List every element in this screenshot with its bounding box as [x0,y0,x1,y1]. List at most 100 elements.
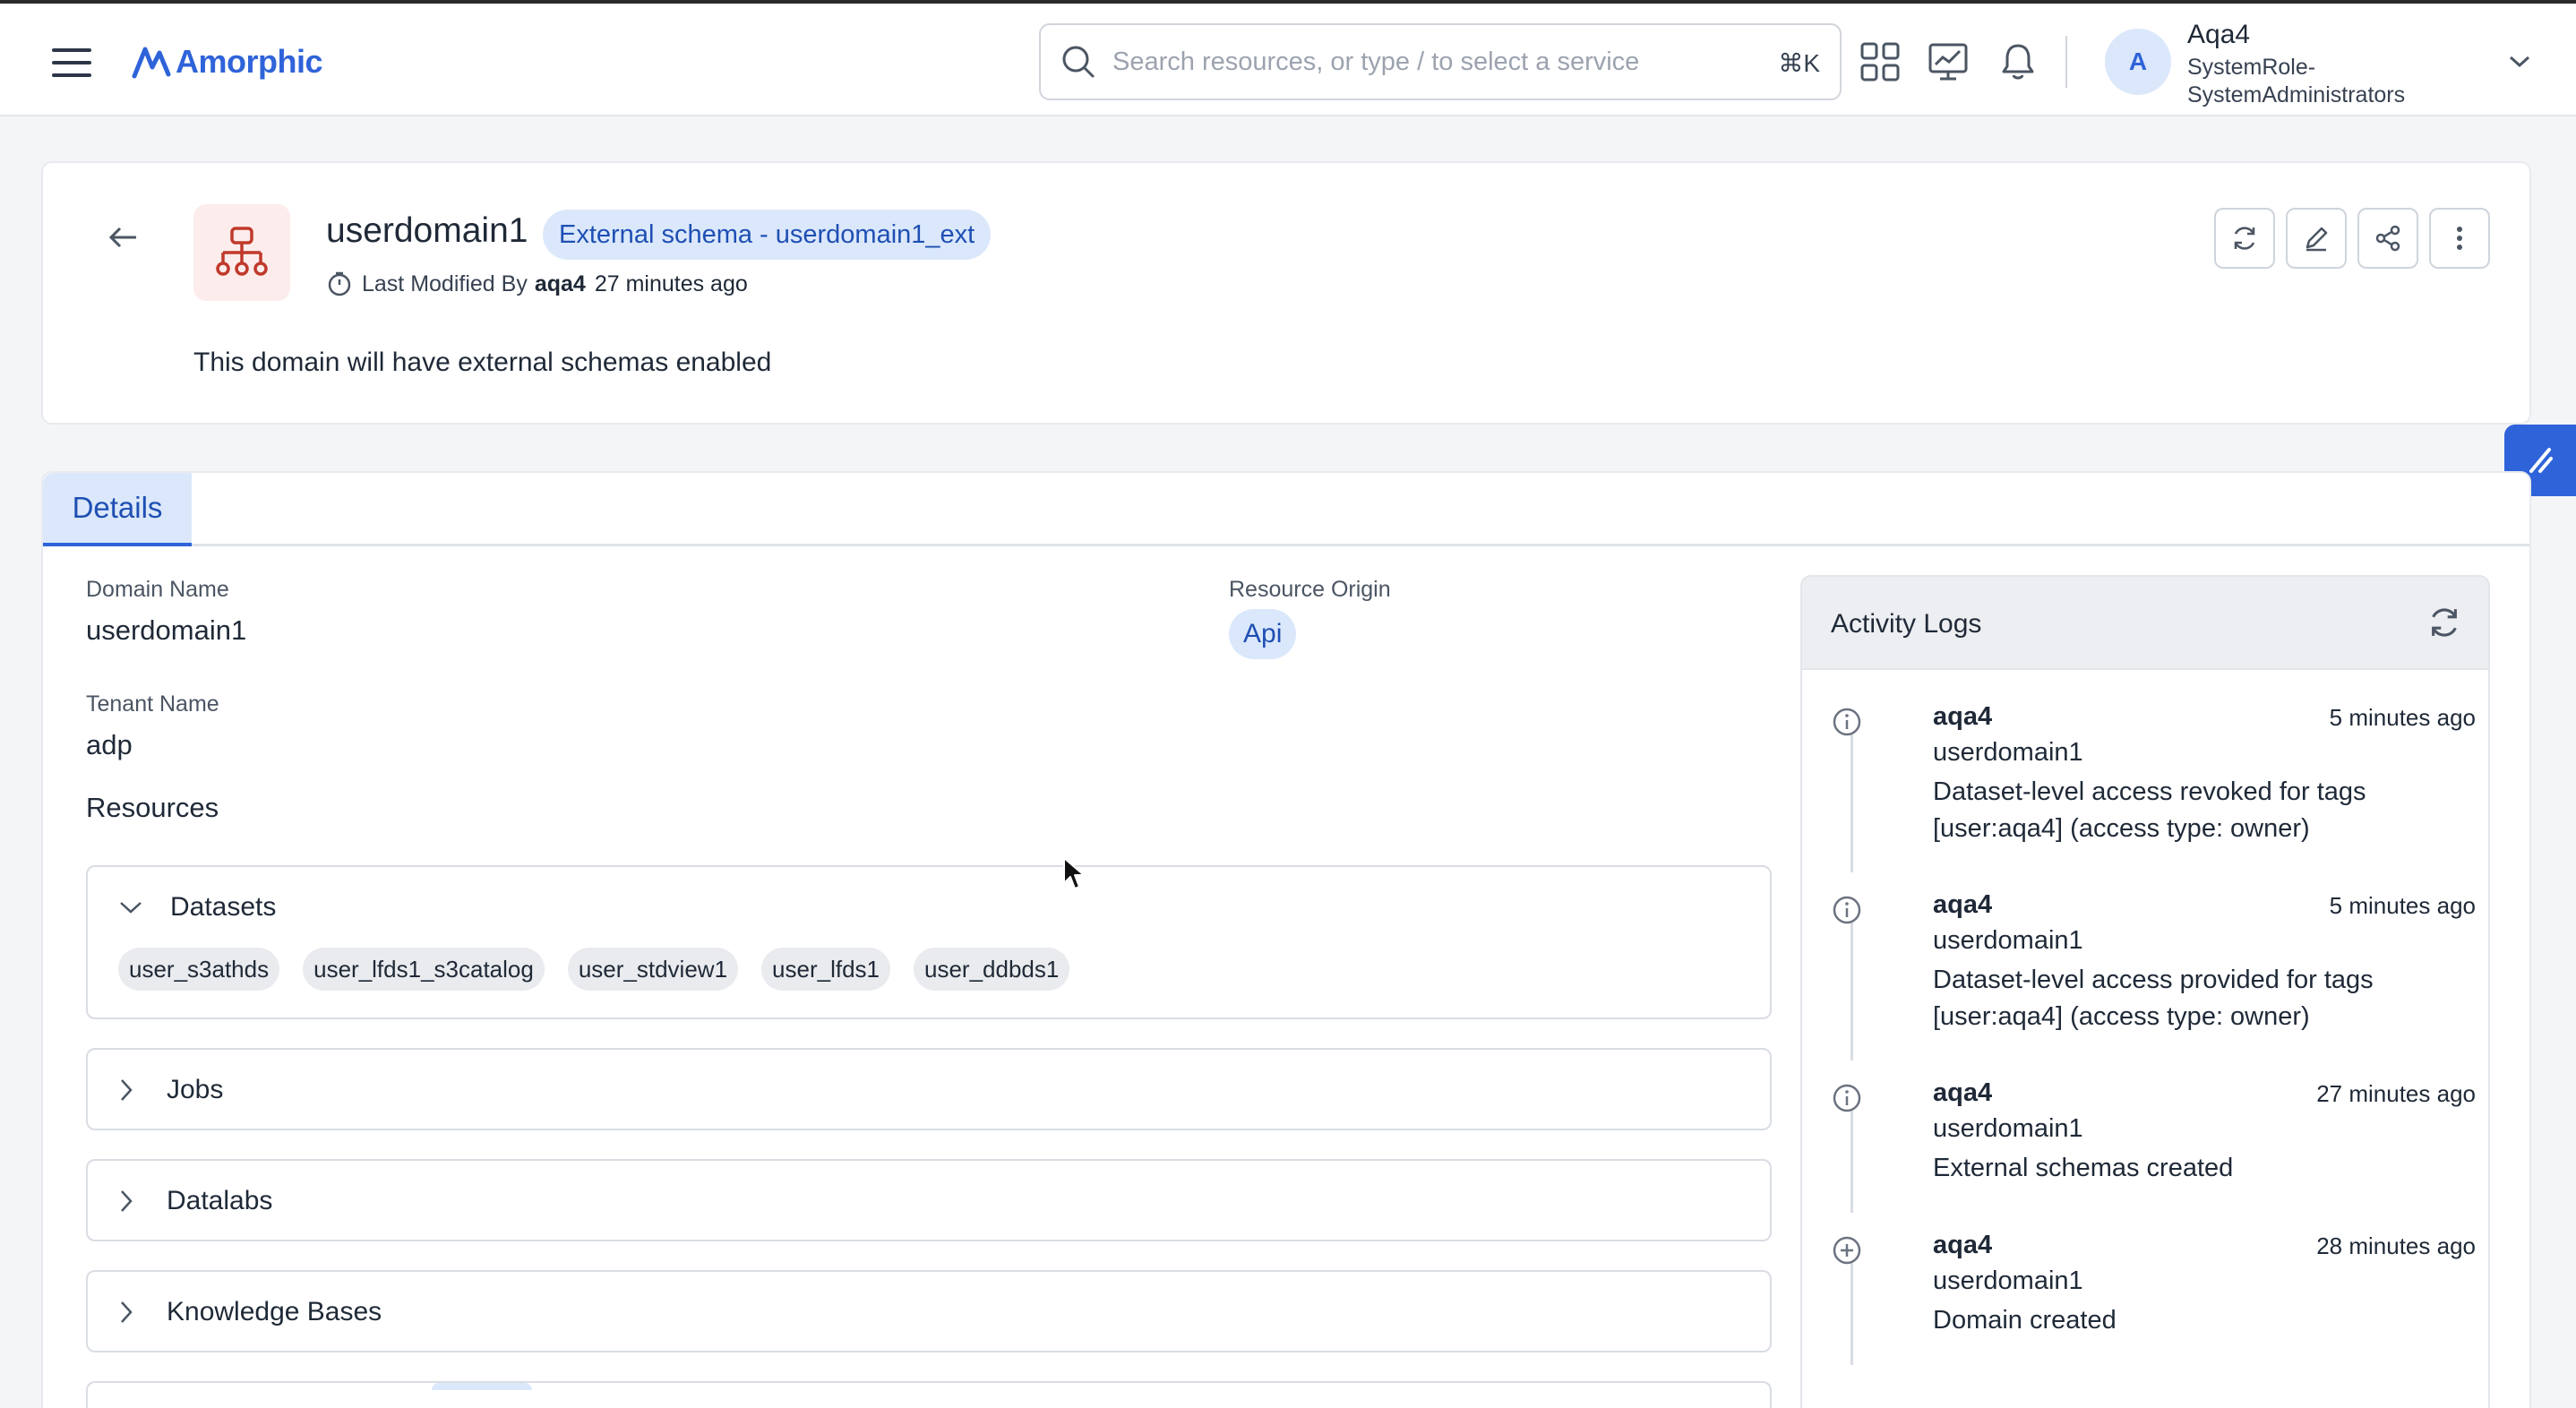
domain-name-value: userdomain1 [86,614,247,646]
refresh-icon [2234,227,2255,250]
partial-badge [432,1383,532,1390]
domain-header-card: userdomain1 External schema - userdomain… [41,161,2531,425]
kebab-menu-icon [2457,227,2462,250]
dataset-chip[interactable]: user_lfds1_s3catalog [303,948,545,991]
log-resource: userdomain1 [1933,926,2083,955]
resource-origin-label: Resource Origin [1229,577,1391,602]
mouse-cursor-icon [1063,857,1085,889]
tab-details[interactable]: Details [43,473,192,546]
accordion-title: Knowledge Bases [167,1297,382,1326]
top-bar: Amorphic ⌘K A Aqa4 SystemRole-SystemAdmi… [0,0,2576,116]
log-time: 27 minutes ago [2316,1080,2476,1107]
log-user: aqa4 [1933,1078,1993,1107]
accordion-header-datasets[interactable]: Datasets [118,892,276,923]
brand-name: Amorphic [176,43,323,80]
chevron-right-icon [121,1301,133,1323]
apps-grid-icon[interactable] [1858,39,1902,84]
pencil-icon [2306,227,2328,252]
user-role: SystemRole-SystemAdministrators [2187,55,2406,107]
accordion-header-jobs[interactable]: Jobs [118,1075,223,1105]
log-user: aqa4 [1933,702,1993,731]
chevron-down-icon [120,902,142,914]
log-message: External schemas created [1933,1154,2234,1182]
plus-circle-icon [1833,1236,1861,1265]
more-options-button[interactable] [2429,208,2490,269]
last-modified-time: 27 minutes ago [594,270,748,296]
accordion-title: Jobs [167,1075,224,1104]
domain-name-label: Domain Name [86,577,229,602]
activity-logs-panel: Activity Logs aqa4 5 minutes ago userdom… [1800,575,2490,1408]
tenant-name-value: adp [86,729,133,760]
hierarchy-icon [216,227,268,276]
accordion-knowledge-bases[interactable]: Knowledge Bases [86,1270,1772,1352]
details-card: Details Domain Name userdomain1 Tenant N… [41,471,2531,1408]
accordion-title: Datalabs [167,1186,273,1215]
user-name[interactable]: Aqa4 [2187,20,2250,50]
external-schema-badge: External schema - userdomain1_ext [543,210,992,260]
global-search[interactable]: ⌘K [1039,23,1842,100]
search-shortcut: ⌘K [1778,49,1820,77]
log-resource: userdomain1 [1933,1266,2083,1295]
brand-logo[interactable]: Amorphic [131,38,323,86]
accordion-jobs[interactable]: Jobs [86,1048,1772,1130]
refresh-button[interactable] [2214,208,2275,269]
log-time: 5 minutes ago [2329,892,2476,919]
domain-description: This domain will have external schemas e… [193,348,772,377]
tab-bar: Details [43,473,2529,546]
page-title: userdomain1 [326,211,528,250]
log-entry: aqa4 5 minutes ago userdomain1 Dataset-l… [1831,702,2476,872]
accordion-datasets: Datasets user_s3athds user_lfds1_s3catal… [86,865,1772,1019]
log-resource: userdomain1 [1933,1114,2083,1143]
chevron-right-icon [121,1079,133,1101]
log-entry: aqa4 5 minutes ago userdomain1 Dataset-l… [1831,890,2476,1060]
dataset-chip[interactable]: user_lfds1 [761,948,890,991]
dashboard-chart-icon[interactable] [1926,39,1971,84]
amorphic-logo-icon [132,47,171,79]
avatar[interactable]: A [2105,29,2171,95]
search-input[interactable] [1112,47,1739,77]
dataset-chips: user_s3athds user_lfds1_s3catalog user_s… [118,948,1093,991]
edit-button[interactable] [2286,208,2347,269]
accordion-title: Datasets [170,892,277,922]
resource-origin-badge: Api [1229,609,1297,659]
menu-icon[interactable] [52,48,91,77]
accordion-next[interactable] [86,1381,1772,1408]
topbar-divider [2065,36,2067,88]
clock-icon [328,271,351,296]
accordion-header-knowledge-bases[interactable]: Knowledge Bases [118,1297,382,1327]
domain-icon [193,204,290,301]
log-user: aqa4 [1933,1231,1993,1259]
chevron-down-icon[interactable] [2508,54,2531,70]
accordion-datalabs[interactable]: Datalabs [86,1159,1772,1241]
activity-logs-header: Activity Logs [1802,577,2488,670]
log-time: 5 minutes ago [2329,704,2476,731]
log-message: Dataset-level access provided for tags [… [1933,966,2374,1031]
share-icon [2375,225,2400,252]
share-button[interactable] [2357,208,2418,269]
refresh-icon[interactable] [2426,604,2463,641]
chevron-right-icon [121,1190,133,1212]
back-arrow-icon[interactable] [107,224,140,251]
last-modified-label: Last Modified By [362,270,528,296]
dataset-chip[interactable]: user_stdview1 [567,948,739,991]
log-message: Domain created [1933,1306,2117,1335]
last-modified: Last Modified By aqa4 27 minutes ago [326,270,748,297]
search-icon [1062,46,1095,78]
notification-bell-icon[interactable] [1996,39,2040,84]
accordion-header-datalabs[interactable]: Datalabs [118,1186,272,1216]
log-entry: aqa4 28 minutes ago userdomain1 Domain c… [1831,1231,2476,1365]
info-icon [1833,708,1861,736]
log-time: 28 minutes ago [2316,1232,2476,1259]
resources-title: Resources [86,792,219,823]
tenant-name-label: Tenant Name [86,691,219,717]
dataset-chip[interactable]: user_s3athds [118,948,280,991]
log-message: Dataset-level access revoked for tags [u… [1933,777,2366,843]
log-entry: aqa4 27 minutes ago userdomain1 External… [1831,1078,2476,1213]
log-user: aqa4 [1933,890,1993,919]
info-icon [1833,896,1861,924]
log-resource: userdomain1 [1933,738,2083,767]
activity-logs-title: Activity Logs [1831,609,1982,639]
info-icon [1833,1084,1861,1112]
last-modified-user: aqa4 [534,270,586,296]
dataset-chip[interactable]: user_ddbds1 [914,948,1070,991]
